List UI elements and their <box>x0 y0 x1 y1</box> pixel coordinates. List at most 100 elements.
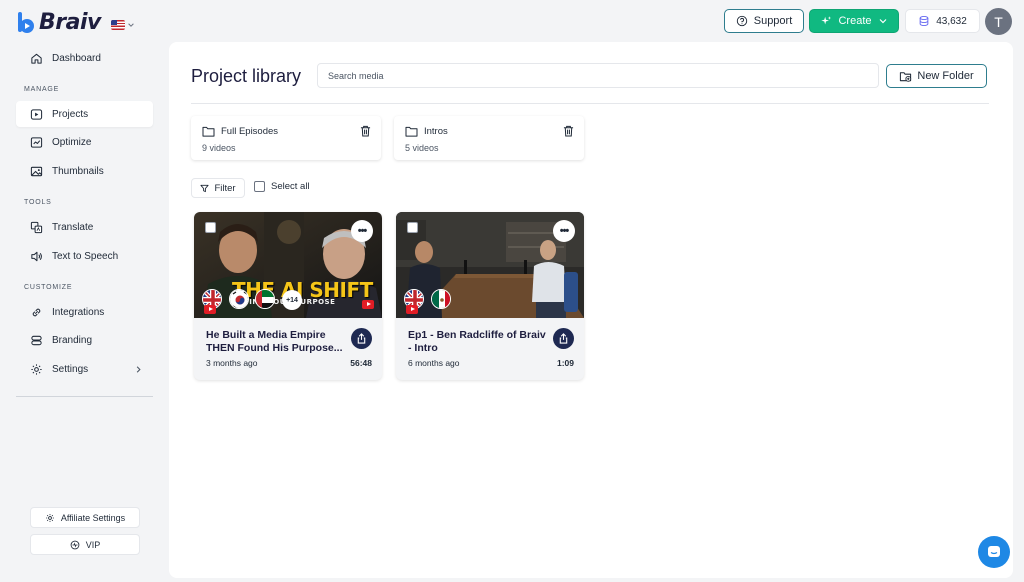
search-input[interactable] <box>317 63 879 88</box>
video-thumbnail[interactable]: ••• <box>396 212 584 318</box>
video-duration: 56:48 <box>350 358 372 368</box>
gear-icon <box>31 363 42 375</box>
us-flag-icon <box>110 19 125 30</box>
layers-icon <box>31 335 42 345</box>
projects-icon <box>30 108 43 120</box>
share-icon <box>559 333 568 344</box>
folder-icon <box>405 126 418 137</box>
select-all-label: Select all <box>271 181 310 192</box>
share-button[interactable] <box>351 328 372 349</box>
page-title: Project library <box>191 66 302 86</box>
share-button[interactable] <box>553 328 574 349</box>
affiliate-settings-label: Affiliate Settings <box>60 512 126 523</box>
braiv-logo-icon <box>18 11 34 33</box>
chevron-right-icon <box>136 365 141 373</box>
video-select-checkbox[interactable] <box>407 222 418 233</box>
trash-icon[interactable] <box>360 125 371 137</box>
sidebar-item-translate[interactable]: Translate <box>16 214 153 240</box>
create-button[interactable]: Create <box>809 9 899 33</box>
chat-launcher-button[interactable] <box>978 536 1010 568</box>
video-card[interactable]: ••• Ep1 - Ben Radcliffe of Braiv - Intro… <box>396 212 584 380</box>
vip-label: VIP <box>85 539 101 550</box>
youtube-icon <box>406 305 418 314</box>
main-panel: Project library New Folder Full Episodes… <box>169 42 1013 578</box>
folder-card[interactable]: Intros 5 videos <box>394 116 584 160</box>
vip-icon <box>70 540 80 549</box>
trash-icon[interactable] <box>563 125 574 137</box>
link-icon <box>32 308 41 316</box>
video-card[interactable]: THE AI SHIFT FIND YOUR PURPOSE ••• +14 H… <box>194 212 382 380</box>
sidebar-item-label: Integrations <box>52 306 105 318</box>
create-label: Create <box>838 15 872 27</box>
korea-flag-icon <box>229 289 249 309</box>
section-label-customize: CUSTOMIZE <box>24 284 73 291</box>
video-title[interactable]: He Built a Media Empire THEN Found His P… <box>206 329 346 355</box>
support-button[interactable]: Support <box>724 9 804 33</box>
filter-icon <box>200 184 209 192</box>
sidebar-item-settings[interactable]: Settings <box>16 356 153 382</box>
chevron-down-icon <box>879 19 886 24</box>
folder-name: Intros <box>424 126 448 137</box>
sidebar-item-label: Translate <box>52 221 94 233</box>
more-options-button[interactable]: ••• <box>351 220 373 242</box>
sidebar-item-thumbnails[interactable]: Thumbnails <box>16 158 153 184</box>
brand-name: Braiv <box>39 10 101 35</box>
youtube-icon <box>204 305 216 314</box>
video-duration: 1:09 <box>556 358 574 368</box>
more-options-button[interactable]: ••• <box>553 220 575 242</box>
help-circle-icon <box>736 15 747 27</box>
image-icon <box>30 166 43 176</box>
sidebar-item-label: Thumbnails <box>52 165 104 177</box>
sidebar-item-label: Text to Speech <box>52 250 119 262</box>
sidebar-item-label: Optimize <box>52 136 92 148</box>
chat-icon <box>988 546 1000 557</box>
gear-icon <box>45 513 54 522</box>
sidebar-item-branding[interactable]: Branding <box>16 327 153 353</box>
sparkle-icon <box>821 16 832 25</box>
folder-plus-icon <box>900 71 912 82</box>
filter-label: Filter <box>214 182 236 194</box>
checkbox[interactable] <box>254 181 265 192</box>
video-age: 3 months ago <box>206 358 258 368</box>
brand-logo[interactable]: Braiv <box>17 10 135 35</box>
optimize-icon <box>30 136 43 148</box>
user-avatar[interactable]: T <box>985 8 1012 35</box>
folder-icon <box>202 126 215 137</box>
header-divider <box>191 103 989 104</box>
sidebar-item-optimize[interactable]: Optimize <box>16 129 153 155</box>
new-folder-button[interactable]: New Folder <box>886 64 987 88</box>
coins-icon <box>919 15 929 27</box>
sidebar-item-label: Branding <box>52 334 93 346</box>
video-age: 6 months ago <box>408 358 460 368</box>
folder-card[interactable]: Full Episodes 9 videos <box>191 116 381 160</box>
vip-button[interactable]: VIP <box>30 534 140 555</box>
sidebar-item-dashboard[interactable]: Dashboard <box>16 45 153 71</box>
credits-value: 43,632 <box>936 15 967 27</box>
sidebar-item-integrations[interactable]: Integrations <box>16 299 153 325</box>
chevron-down-icon <box>128 22 134 27</box>
mexico-flag-icon <box>431 289 451 309</box>
video-thumbnail[interactable]: THE AI SHIFT FIND YOUR PURPOSE ••• +14 <box>194 212 382 318</box>
section-label-manage: MANAGE <box>24 86 60 93</box>
affiliate-settings-button[interactable]: Affiliate Settings <box>30 507 140 528</box>
sidebar-item-label: Dashboard <box>52 52 101 64</box>
share-icon <box>357 333 366 344</box>
credits-display[interactable]: 43,632 <box>905 9 980 33</box>
sidebar-item-text-to-speech[interactable]: Text to Speech <box>16 243 153 269</box>
sidebar-item-projects[interactable]: Projects <box>16 101 153 127</box>
support-label: Support <box>753 15 793 27</box>
select-all-checkbox[interactable]: Select all <box>254 181 310 192</box>
more-languages-badge[interactable]: +14 <box>282 290 302 310</box>
language-selector[interactable] <box>110 19 135 30</box>
uae-flag-icon <box>255 289 275 309</box>
home-icon <box>31 53 42 64</box>
filter-button[interactable]: Filter <box>191 178 245 198</box>
section-label-tools: TOOLS <box>24 199 52 206</box>
sidebar: Braiv Dashboard MANAGE Projects Optimize… <box>0 0 168 582</box>
sidebar-item-label: Projects <box>52 108 89 120</box>
video-select-checkbox[interactable] <box>205 222 216 233</box>
youtube-icon <box>362 300 374 309</box>
sidebar-item-label: Settings <box>52 363 89 375</box>
video-title[interactable]: Ep1 - Ben Radcliffe of Braiv - Intro <box>408 329 548 355</box>
speaker-icon <box>31 251 42 261</box>
